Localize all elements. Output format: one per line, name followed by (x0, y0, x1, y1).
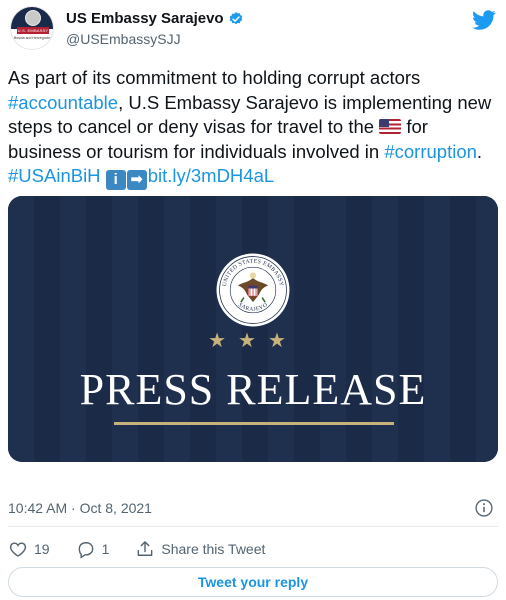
twitter-bird-icon[interactable] (472, 8, 496, 32)
share-button[interactable]: Share this Tweet (135, 539, 265, 559)
reply-count: 1 (101, 541, 110, 557)
divider (8, 526, 498, 527)
tweet-timestamp[interactable]: 10:42 AM · Oct 8, 2021 (8, 500, 152, 516)
tweet-text-part: As part of its commitment to holding cor… (8, 67, 421, 88)
hashtag-corruption[interactable]: #corruption (384, 141, 477, 162)
like-button[interactable]: 19 (8, 539, 50, 559)
headline-underline (114, 422, 394, 425)
avatar[interactable]: U.S. EMBASSY Bosnia and Herzegovina (10, 6, 54, 50)
arrow-emoji-icon: ➡ (126, 170, 147, 190)
embassy-seal-icon: UNITED STATES EMBASSY SARAJEVO (216, 253, 290, 327)
tweet-your-reply-button[interactable]: Tweet your reply (8, 567, 498, 597)
press-release-headline: PRESS RELEASE (79, 365, 427, 414)
display-name[interactable]: US Embassy Sarajevo (66, 10, 224, 27)
verified-badge-icon (229, 11, 242, 24)
tweet-text-part: . (476, 140, 483, 162)
media-stars: ★★★ (208, 330, 298, 352)
avatar-sub-text: Bosnia and Herzegovina (13, 36, 53, 40)
reply-icon (78, 542, 93, 559)
account-handle[interactable]: @USEmbassySJJ (66, 31, 181, 47)
tweet-text: As part of its commitment to holding cor… (8, 66, 500, 190)
tweet-card: U.S. EMBASSY Bosnia and Herzegovina US E… (0, 0, 506, 600)
tweet-header: U.S. EMBASSY Bosnia and Herzegovina US E… (8, 4, 500, 60)
heart-icon (9, 542, 27, 557)
share-label: Share this Tweet (161, 541, 266, 557)
hashtag-usainbih[interactable]: #USAinBiH (8, 165, 101, 186)
info-icon[interactable] (474, 498, 494, 518)
like-count: 19 (34, 541, 50, 557)
share-icon (138, 541, 153, 556)
hashtag-accountable[interactable]: #accountable (8, 92, 118, 113)
avatar-banner-text: U.S. EMBASSY (17, 27, 49, 34)
us-flag-emoji-icon (379, 119, 402, 134)
name-row: US Embassy Sarajevo (66, 10, 244, 27)
reply-button[interactable]: 1 (76, 539, 110, 559)
media-image[interactable]: UNITED STATES EMBASSY SARAJEVO ★★★ PRESS… (8, 196, 498, 462)
info-emoji-icon: i (105, 170, 126, 190)
short-link[interactable]: bit.ly/3mDH4aL (148, 165, 274, 186)
avatar-seal-icon (25, 10, 41, 26)
action-bar: 19 1 Share this Tweet (8, 538, 265, 560)
